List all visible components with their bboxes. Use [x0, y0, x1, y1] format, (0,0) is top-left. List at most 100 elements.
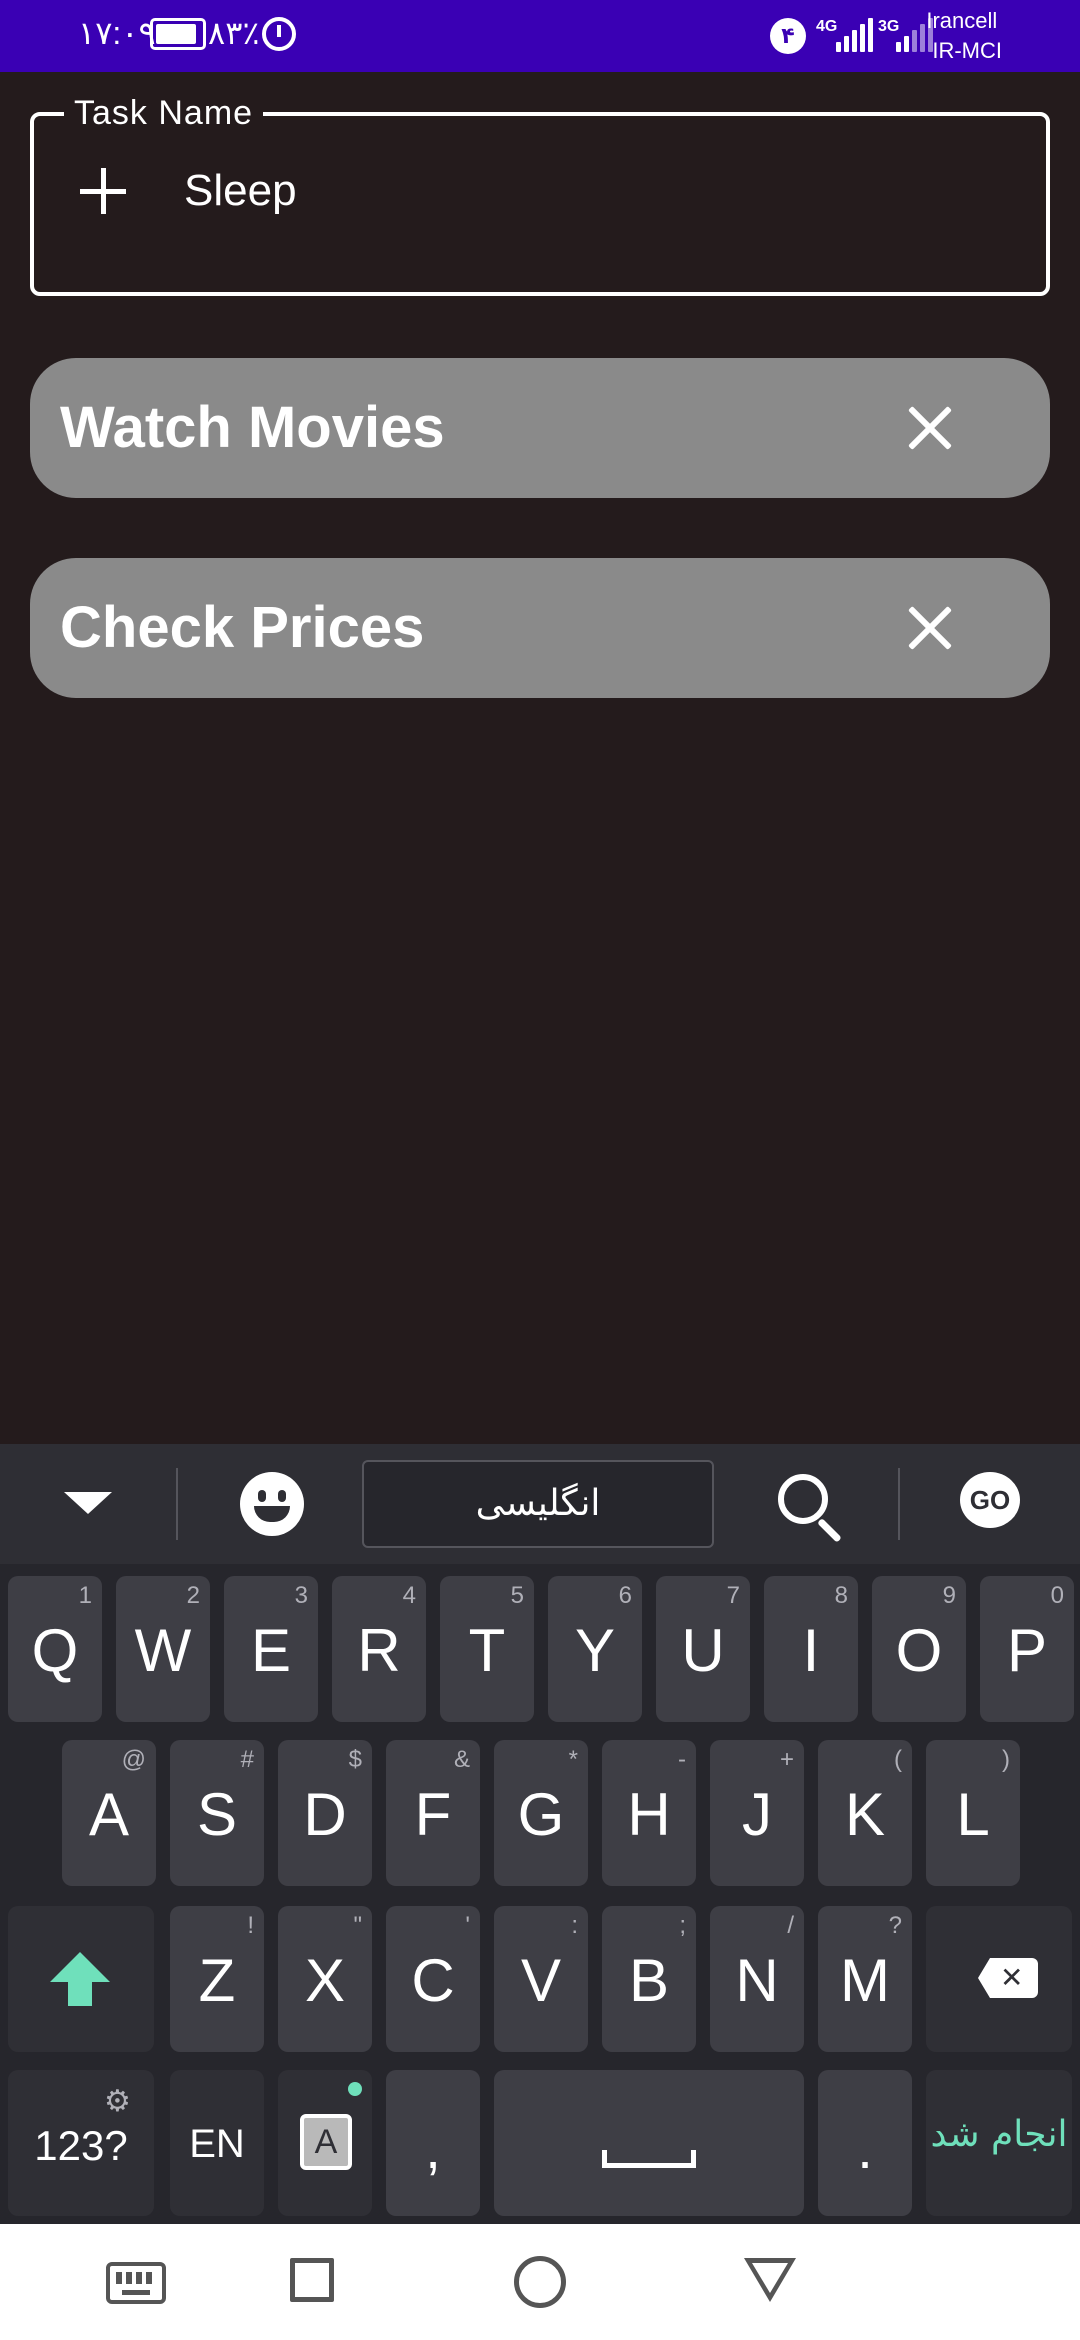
key-label: C	[411, 1947, 455, 2014]
keyboard-style-key[interactable]: A	[278, 2070, 372, 2216]
home-icon[interactable]	[514, 2256, 566, 2308]
key-label: V	[520, 1947, 562, 2014]
status-bar: ۱۷:۰۹ ۸۳٪ ۴ 4G 3G Irancell IR-MCI	[0, 0, 1080, 72]
key-t[interactable]: 5T	[440, 1576, 534, 1722]
key-m[interactable]: ? M	[818, 1906, 912, 2052]
key-s[interactable]: # S	[170, 1740, 264, 1886]
key-a[interactable]: @ A	[62, 1740, 156, 1886]
key-label: Q	[31, 1617, 79, 1684]
key-r[interactable]: 4R	[332, 1576, 426, 1722]
backspace-icon	[978, 1958, 1038, 1998]
key-label: N	[735, 1947, 779, 2014]
key-label: B	[628, 1947, 670, 2014]
keyboard-icon[interactable]	[106, 2262, 166, 2304]
symbols-key[interactable]: ⚙ 123?	[8, 2070, 154, 2216]
key-secondary-label: 8	[834, 1582, 848, 1609]
key-b[interactable]: ; B	[602, 1906, 696, 2052]
go-logo-icon[interactable]: GO	[960, 1472, 1020, 1528]
language-indicator[interactable]: انگلیسی	[362, 1460, 714, 1548]
task-name-field[interactable]: Task Name	[30, 94, 1050, 296]
key-secondary-label: -	[678, 1746, 686, 1773]
gear-icon: ⚙	[104, 2085, 131, 2118]
key-secondary-label: $	[348, 1746, 362, 1773]
key-d[interactable]: $ D	[278, 1740, 372, 1886]
key-label: I	[802, 1617, 820, 1684]
key-secondary-label: 2	[186, 1582, 200, 1609]
key-secondary-label: 5	[510, 1582, 524, 1609]
period-key-label: .	[857, 2117, 873, 2180]
shift-key[interactable]	[8, 1906, 154, 2052]
recents-icon[interactable]	[290, 2258, 334, 2302]
key-secondary-label: ;	[679, 1912, 686, 1939]
key-label: L	[956, 1781, 990, 1848]
key-label: D	[303, 1781, 347, 1848]
key-u[interactable]: 7U	[656, 1576, 750, 1722]
key-c[interactable]: ' C	[386, 1906, 480, 2052]
key-i[interactable]: 8I	[764, 1576, 858, 1722]
backspace-key[interactable]	[926, 1906, 1072, 2052]
close-icon[interactable]	[900, 598, 960, 658]
key-secondary-label: !	[247, 1912, 254, 1939]
key-secondary-label: +	[779, 1746, 794, 1773]
key-v[interactable]: :V	[494, 1906, 588, 2052]
key-x[interactable]: " X	[278, 1906, 372, 2052]
key-o[interactable]: 9O	[872, 1576, 966, 1722]
task-item[interactable]: Check Prices	[30, 558, 1050, 698]
key-secondary-label: 1	[78, 1582, 92, 1609]
language-key[interactable]: EN	[170, 2070, 264, 2216]
key-secondary-label: *	[568, 1746, 578, 1773]
chevron-down-icon[interactable]	[64, 1492, 112, 1514]
key-label: Z	[198, 1947, 236, 2014]
key-l[interactable]: ) L	[926, 1740, 1020, 1886]
alarm-icon	[262, 17, 296, 51]
key-label: P	[1006, 1617, 1048, 1684]
key-secondary-label: @	[121, 1746, 146, 1773]
key-w[interactable]: 2W	[116, 1576, 210, 1722]
key-secondary-label: ?	[888, 1912, 902, 1939]
key-e[interactable]: 3E	[224, 1576, 318, 1722]
space-key[interactable]	[494, 2070, 804, 2216]
emoji-icon[interactable]	[240, 1472, 304, 1536]
key-h[interactable]: -H	[602, 1740, 696, 1886]
key-label: U	[681, 1617, 725, 1684]
navigation-bar	[0, 2224, 1080, 2340]
carrier-1: Irancell	[926, 8, 998, 33]
key-n[interactable]: / N	[710, 1906, 804, 2052]
key-secondary-label: 7	[726, 1582, 740, 1609]
comma-key-label: ,	[425, 2117, 441, 2180]
key-label: S	[196, 1781, 238, 1848]
battery-icon	[150, 18, 206, 50]
task-name-label: Task Name	[64, 94, 264, 133]
key-label: Y	[574, 1617, 616, 1684]
key-secondary-label: :	[571, 1912, 578, 1939]
search-icon[interactable]	[778, 1474, 828, 1524]
key-label: J	[742, 1781, 772, 1848]
key-q[interactable]: 1Q	[8, 1576, 102, 1722]
task-title: Watch Movies	[60, 395, 445, 460]
space-icon	[602, 2150, 696, 2168]
task-item[interactable]: Watch Movies	[30, 358, 1050, 498]
shift-arrow-stem	[68, 1980, 92, 2006]
close-icon[interactable]	[900, 398, 960, 458]
toolbar-divider	[176, 1468, 178, 1540]
key-secondary-label: 0	[1050, 1582, 1064, 1609]
plus-icon[interactable]	[78, 166, 128, 216]
back-icon[interactable]	[744, 2258, 796, 2302]
status-dot	[348, 2082, 362, 2096]
key-z[interactable]: ! Z	[170, 1906, 264, 2052]
task-name-input[interactable]	[184, 156, 984, 226]
signal-icon-1	[836, 18, 873, 52]
key-f[interactable]: & F	[386, 1740, 480, 1886]
carrier-2: IR-MCI	[932, 38, 1002, 63]
key-j[interactable]: + J	[710, 1740, 804, 1886]
task-title: Check Prices	[60, 595, 425, 660]
key-g[interactable]: * G	[494, 1740, 588, 1886]
period-key[interactable]: .	[818, 2070, 912, 2216]
comma-key[interactable]: ,	[386, 2070, 480, 2216]
key-p[interactable]: 0P	[980, 1576, 1074, 1722]
soft-keyboard: انگلیسی GO 1 Q 2 W 3 E 4 R 5 T 6 Y 7 U 8 I 9 O 0 P @ A # S $ D & F *…	[0, 1444, 1080, 2224]
key-y[interactable]: 6Y	[548, 1576, 642, 1722]
key-secondary-label: "	[353, 1912, 362, 1939]
done-key[interactable]: انجام شد	[926, 2070, 1072, 2216]
key-k[interactable]: (K	[818, 1740, 912, 1886]
